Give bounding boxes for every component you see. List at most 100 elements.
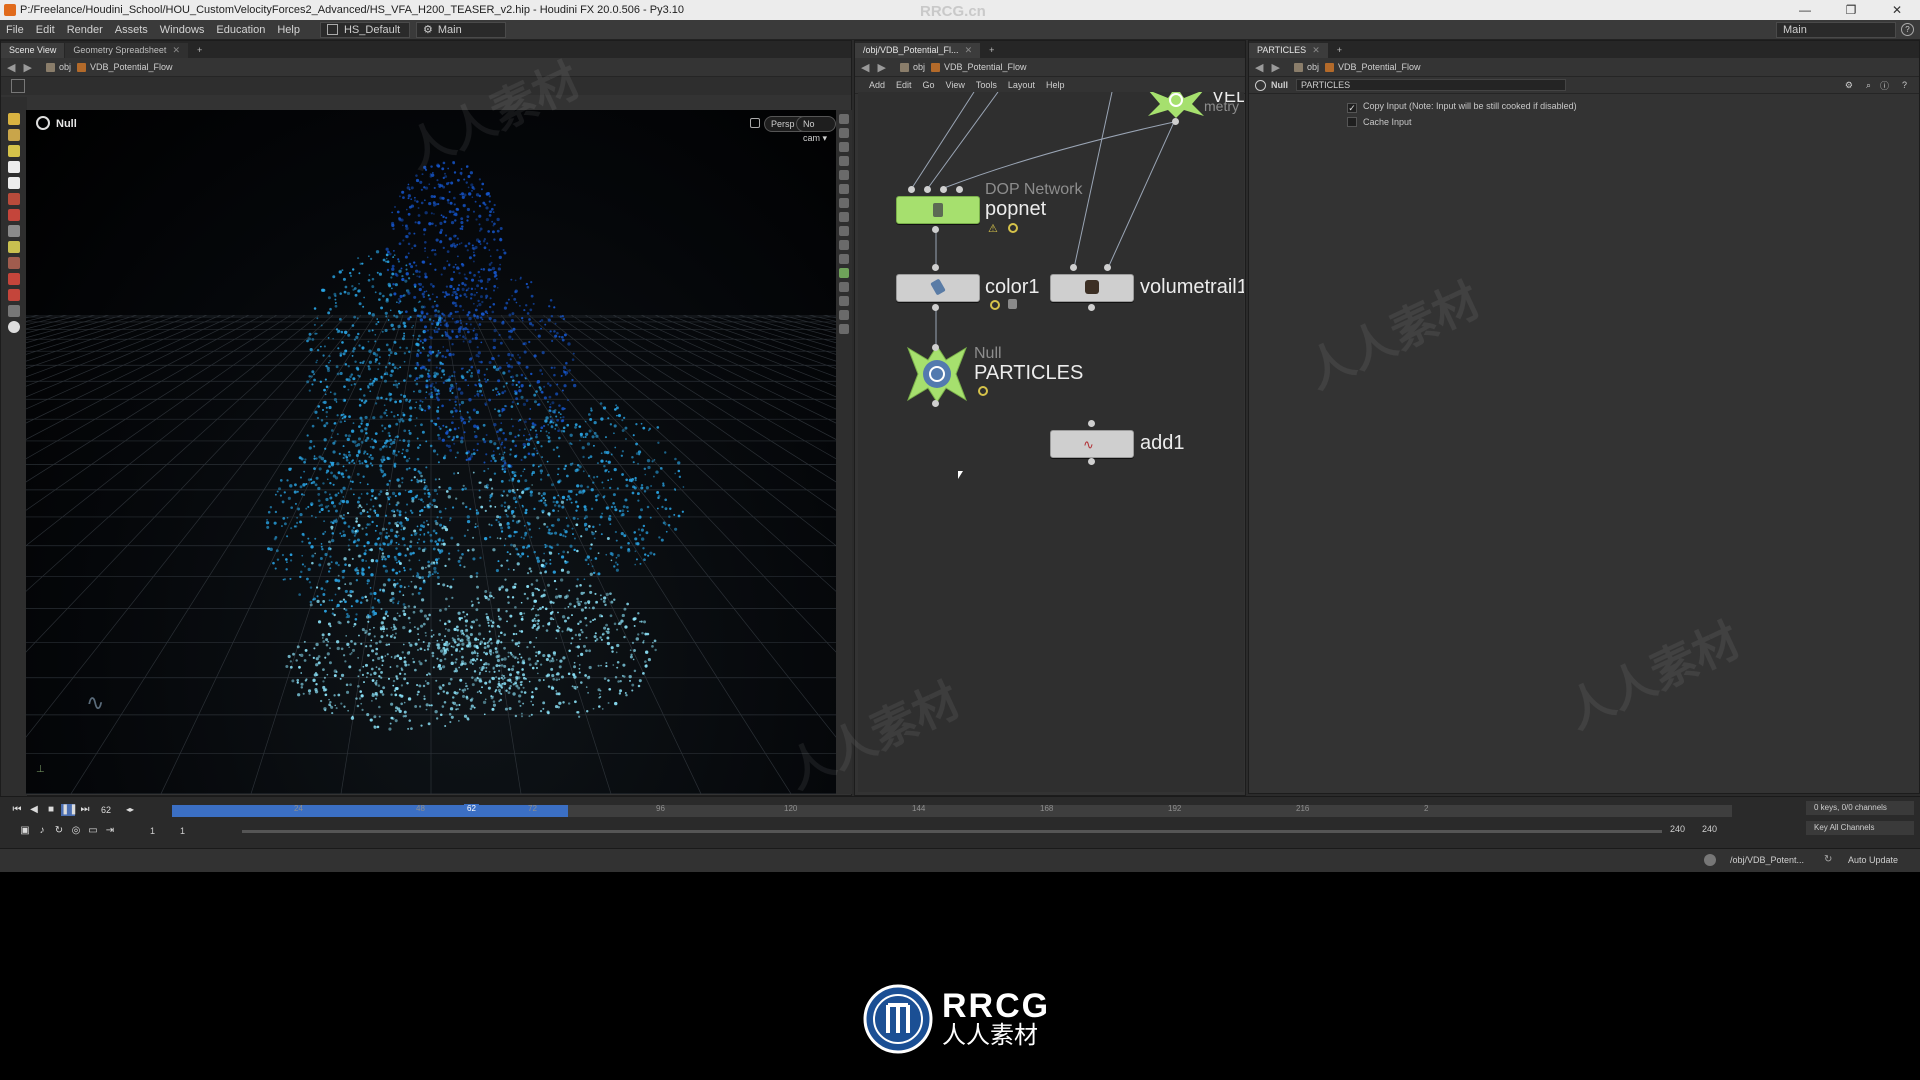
status-path[interactable]: /obj/VDB_Potent...	[1730, 855, 1804, 865]
ruler-icon[interactable]: ▭	[86, 825, 100, 837]
path-network[interactable]: VDB_Potential_Flow	[944, 62, 1027, 72]
popnet-input-dot[interactable]	[940, 186, 947, 193]
display-icon-2[interactable]	[839, 128, 849, 138]
param-cache-input[interactable]: Cache Input	[1347, 114, 1919, 130]
fps-icon[interactable]: ◎	[69, 825, 83, 837]
shelf-set-selector[interactable]: ⚙ Main	[415, 21, 506, 38]
jump-end-icon[interactable]: ⏭	[78, 804, 92, 816]
back-arrow-icon[interactable]: ◀	[1255, 61, 1263, 74]
3d-viewport[interactable]: Null Persp ▾ No cam ▾ ∿ ⊥	[26, 110, 836, 794]
menu-assets[interactable]: Assets	[109, 24, 154, 36]
menu-education[interactable]: Education	[210, 24, 271, 36]
vel-node-icon[interactable]	[1144, 92, 1208, 118]
display-icon-12[interactable]	[839, 268, 849, 278]
menu-render[interactable]: Render	[61, 24, 109, 36]
volumetrail-output-dot[interactable]	[1088, 304, 1095, 311]
color1-output-dot[interactable]	[932, 304, 939, 311]
path-obj[interactable]: obj	[1307, 62, 1319, 72]
current-frame-field[interactable]: 62	[101, 805, 123, 815]
lock-icon[interactable]	[8, 177, 20, 189]
close-tab-icon[interactable]: ✕	[1312, 45, 1320, 55]
display-icon-14[interactable]	[839, 296, 849, 306]
right-shelf-selector[interactable]: Main	[1776, 22, 1896, 38]
magnet-icon[interactable]	[8, 257, 20, 269]
camera-menu[interactable]: No cam ▾	[796, 116, 836, 143]
close-button[interactable]: ✕	[1874, 0, 1920, 20]
menu-help[interactable]: Help	[271, 24, 306, 36]
help-icon[interactable]: ?	[1901, 23, 1914, 36]
display-icon-3[interactable]	[839, 142, 849, 152]
net-menu-add[interactable]: Add	[869, 80, 885, 90]
pointer-icon[interactable]	[8, 161, 20, 173]
audio-icon[interactable]: ♪	[35, 825, 49, 837]
search-icon[interactable]: ⌕	[1866, 80, 1871, 91]
move-tool-icon[interactable]	[8, 145, 20, 157]
display-icon-6[interactable]	[839, 184, 849, 194]
display-icon-9[interactable]	[839, 226, 849, 236]
lasso-icon[interactable]	[8, 273, 20, 285]
path-obj[interactable]: obj	[59, 62, 71, 72]
loop-icon[interactable]: ↻	[52, 825, 66, 837]
display-flag-icon[interactable]	[978, 386, 988, 396]
forward-arrow-icon[interactable]: ▶	[877, 61, 885, 74]
net-menu-go[interactable]: Go	[923, 80, 935, 90]
range-start-field[interactable]: 1	[180, 826, 210, 836]
jump-start-icon[interactable]: ⏮	[10, 804, 24, 816]
popnet-node-name[interactable]: popnet	[985, 198, 1046, 221]
particles-output-dot[interactable]	[932, 400, 939, 407]
brush-tool-icon[interactable]	[8, 241, 20, 253]
tab-geometry-spreadsheet[interactable]: Geometry Spreadsheet ✕	[65, 43, 188, 58]
pose-tool-icon[interactable]	[8, 209, 20, 221]
color1-input-dot[interactable]	[932, 264, 939, 271]
stop-icon[interactable]: ■	[44, 804, 58, 816]
add1-output-dot[interactable]	[1088, 458, 1095, 465]
play-reverse-icon[interactable]: ◀	[27, 804, 41, 816]
pause-icon[interactable]: ❚❚	[61, 804, 78, 816]
menu-edit[interactable]: Edit	[30, 24, 61, 36]
display-icon-4[interactable]	[839, 156, 849, 166]
volumetrail1-node-name[interactable]: volumetrail1	[1140, 276, 1244, 299]
net-menu-help[interactable]: Help	[1046, 80, 1065, 90]
minimize-button[interactable]: —	[1782, 0, 1828, 20]
realtime-icon[interactable]: ▣	[18, 825, 32, 837]
tab-parameters[interactable]: PARTICLES ✕	[1249, 43, 1328, 58]
display-icon-7[interactable]	[839, 198, 849, 208]
menu-windows[interactable]: Windows	[154, 24, 211, 36]
add1-node[interactable]: ∿	[1050, 430, 1134, 458]
tab-scene-view[interactable]: Scene View	[1, 43, 65, 58]
magnet-snap-icon[interactable]	[8, 289, 20, 301]
network-canvas[interactable]: VEL metry DOP Network popnet ⚠ color1 vo…	[858, 92, 1244, 792]
menu-file[interactable]: File	[0, 24, 30, 36]
popnet-input-dot[interactable]	[956, 186, 963, 193]
particles-null-node[interactable]	[902, 342, 972, 406]
node-name-field[interactable]: PARTICLES	[1296, 79, 1566, 91]
restore-button[interactable]: ❐	[1828, 0, 1874, 20]
update-mode-selector[interactable]: Auto Update	[1848, 855, 1898, 865]
copy-input-checkbox[interactable]: ✓	[1347, 103, 1357, 113]
viewport-lock-icon[interactable]	[750, 118, 760, 128]
display-flag-icon[interactable]	[1008, 223, 1018, 233]
refresh-icon[interactable]: ↻	[1824, 854, 1832, 865]
display-icon-8[interactable]	[839, 212, 849, 222]
back-arrow-icon[interactable]: ◀	[861, 61, 869, 74]
forward-arrow-icon[interactable]: ▶	[23, 61, 31, 74]
grid-toggle-icon[interactable]	[11, 79, 25, 93]
add-tab-icon[interactable]: +	[981, 43, 1002, 58]
display-icon-10[interactable]	[839, 240, 849, 250]
popnet-input-dot[interactable]	[908, 186, 915, 193]
popnet-input-dot[interactable]	[924, 186, 931, 193]
net-menu-layout[interactable]: Layout	[1008, 80, 1035, 90]
popnet-output-dot[interactable]	[932, 226, 939, 233]
particles-node-name[interactable]: PARTICLES	[974, 362, 1083, 385]
volumetrail1-node[interactable]	[1050, 274, 1134, 302]
step-icon[interactable]: ◂▸	[123, 804, 137, 816]
timeline-track[interactable]: 24 48 62 72 96 120 144 168 192 216 2	[172, 804, 1732, 817]
back-arrow-icon[interactable]: ◀	[7, 61, 15, 74]
path-network[interactable]: VDB_Potential_Flow	[90, 62, 173, 72]
render-region-icon[interactable]	[8, 321, 20, 333]
snap-icon[interactable]	[8, 225, 20, 237]
color1-node-name[interactable]: color1	[985, 276, 1039, 299]
display-icon-1[interactable]	[839, 114, 849, 124]
lock-icon[interactable]	[1008, 299, 1017, 309]
display-icon-13[interactable]	[839, 282, 849, 292]
